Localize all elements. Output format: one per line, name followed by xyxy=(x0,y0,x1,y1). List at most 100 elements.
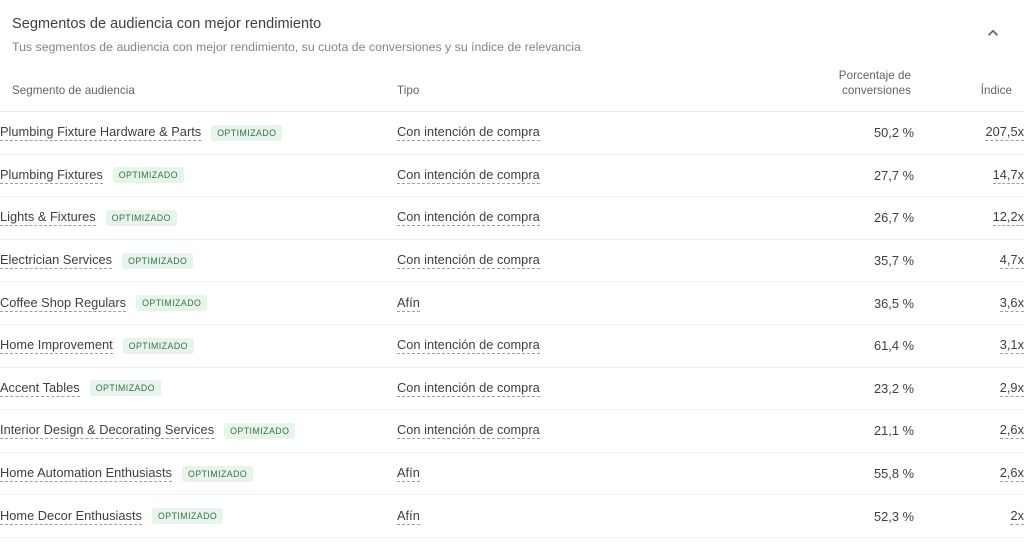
conversion-rate-value: 50,2 % xyxy=(874,125,914,141)
cell-index: 14,7x xyxy=(914,154,1024,197)
segment-cell-content: Lights & Fixtures OPTIMIZADO xyxy=(0,209,397,227)
index-value[interactable]: 2,6x xyxy=(999,422,1024,440)
column-header-type[interactable]: Tipo xyxy=(397,68,727,112)
cell-index: 2,6x xyxy=(914,452,1024,495)
cell-index: 3,6x xyxy=(914,282,1024,325)
audience-segments-table: Segmento de audiencia Tipo Porcentaje de… xyxy=(0,68,1024,538)
cell-type: Con intención de compra xyxy=(397,367,727,410)
segment-cell-content: Accent Tables OPTIMIZADO xyxy=(0,380,397,397)
conversion-rate-value: 27,7 % xyxy=(874,167,914,183)
segment-cell-content: Electrician Services OPTIMIZADO xyxy=(0,252,397,270)
index-value[interactable]: 12,2x xyxy=(992,209,1024,227)
chevron-up-icon xyxy=(983,23,1003,43)
status-badge: OPTIMIZADO xyxy=(136,295,208,312)
table-header: Segmento de audiencia Tipo Porcentaje de… xyxy=(0,68,1024,112)
card-subtitle: Tus segmentos de audiencia con mejor ren… xyxy=(12,40,581,54)
segment-cell-content: Home Automation Enthusiasts OPTIMIZADO xyxy=(0,465,397,483)
table-row: Home Automation Enthusiasts OPTIMIZADO Afí… xyxy=(0,452,1024,495)
conversion-rate-value: 55,8 % xyxy=(874,466,914,482)
segment-name-link[interactable]: Home Improvement xyxy=(0,337,113,355)
column-header-conversion-rate-line2: conversiones xyxy=(842,84,911,97)
type-value[interactable]: Con intención de compra xyxy=(397,124,540,142)
page-title: Segmentos de audiencia con mejor rendimi… xyxy=(12,16,322,32)
type-value[interactable]: Afín xyxy=(397,465,420,483)
cell-conversion-rate: 52,3 % xyxy=(727,495,914,538)
type-value[interactable]: Con intención de compra xyxy=(397,252,540,270)
segment-name-link[interactable]: Home Decor Enthusiasts xyxy=(0,508,142,525)
table-row: Home Decor Enthusiasts OPTIMIZADO Afín 52,3… xyxy=(0,495,1024,538)
cell-index: 3,1x xyxy=(914,324,1024,367)
table-body: Plumbing Fixture Hardware & Parts OPTIMIZ… xyxy=(0,112,1024,538)
cell-conversion-rate: 55,8 % xyxy=(727,452,914,495)
segment-name-link[interactable]: Accent Tables xyxy=(0,380,80,397)
index-value[interactable]: 2,6x xyxy=(999,465,1024,483)
type-value[interactable]: Afín xyxy=(397,508,420,525)
index-value[interactable]: 4,7x xyxy=(999,252,1024,270)
cell-segment: Lights & Fixtures OPTIMIZADO xyxy=(0,197,397,240)
cell-conversion-rate: 61,4 % xyxy=(727,324,914,367)
cell-segment: Interior Design & Decorating Services OPT… xyxy=(0,410,397,453)
index-value[interactable]: 3,6x xyxy=(999,295,1024,312)
conversion-rate-value: 26,7 % xyxy=(874,210,914,226)
index-value[interactable]: 3,1x xyxy=(999,337,1024,355)
table-row: Home Improvement OPTIMIZADO Con intención … xyxy=(0,324,1024,368)
cell-conversion-rate: 36,5 % xyxy=(727,282,914,325)
index-value[interactable]: 2,9x xyxy=(999,380,1024,397)
segment-name-link[interactable]: Plumbing Fixtures xyxy=(0,167,103,184)
conversion-rate-value: 35,7 % xyxy=(874,253,914,269)
cell-conversion-rate: 21,1 % xyxy=(727,410,914,453)
column-header-conversion-rate[interactable]: Porcentaje de conversiones xyxy=(727,68,914,112)
status-badge: OPTIMIZADO xyxy=(211,124,283,141)
segment-name-link[interactable]: Interior Design & Decorating Services xyxy=(0,422,215,440)
type-value[interactable]: Con intención de compra xyxy=(397,167,540,184)
index-value[interactable]: 14,7x xyxy=(992,167,1024,184)
cell-type: Con intención de compra xyxy=(397,112,727,155)
type-value[interactable]: Con intención de compra xyxy=(397,422,540,440)
type-value[interactable]: Con intención de compra xyxy=(397,337,540,355)
cell-conversion-rate: 27,7 % xyxy=(727,154,914,197)
status-badge: OPTIMIZADO xyxy=(89,380,161,397)
type-value[interactable]: Con intención de compra xyxy=(397,380,540,397)
segment-cell-content: Coffee Shop Regulars OPTIMIZADO xyxy=(0,295,397,312)
segment-cell-content: Interior Design & Decorating Services OPT… xyxy=(0,422,397,440)
status-badge: OPTIMIZADO xyxy=(122,337,194,354)
conversion-rate-value: 23,2 % xyxy=(874,380,914,396)
conversion-rate-value: 52,3 % xyxy=(874,508,914,524)
segment-name-link[interactable]: Coffee Shop Regulars xyxy=(0,295,127,312)
cell-index: 2x xyxy=(914,495,1024,538)
cell-index: 4,7x xyxy=(914,239,1024,282)
type-value[interactable]: Con intención de compra xyxy=(397,209,540,227)
column-header-index[interactable]: Índice xyxy=(914,68,1024,112)
segment-name-link[interactable]: Plumbing Fixture Hardware & Parts xyxy=(0,124,202,142)
segment-name-link[interactable]: Electrician Services xyxy=(0,252,113,270)
type-value[interactable]: Afín xyxy=(397,295,420,312)
cell-index: 207,5x xyxy=(914,112,1024,155)
conversion-rate-value: 21,1 % xyxy=(874,423,914,439)
status-badge: OPTIMIZADO xyxy=(151,508,224,525)
segment-name-link[interactable]: Home Automation Enthusiasts xyxy=(0,465,172,483)
column-header-segment[interactable]: Segmento de audiencia xyxy=(0,68,397,112)
table-row: Coffee Shop Regulars OPTIMIZADO Afín 36,5 %… xyxy=(0,282,1024,325)
cell-conversion-rate: 23,2 % xyxy=(727,367,914,410)
cell-type: Con intención de compra xyxy=(397,410,727,453)
cell-segment: Plumbing Fixtures OPTIMIZADO xyxy=(0,154,397,197)
status-badge: OPTIMIZADO xyxy=(105,209,177,226)
table-header-row: Segmento de audiencia Tipo Porcentaje de… xyxy=(0,68,1024,112)
table-row: Plumbing Fixtures OPTIMIZADO Con intención… xyxy=(0,154,1024,197)
status-badge: OPTIMIZADO xyxy=(122,252,194,269)
cell-segment: Coffee Shop Regulars OPTIMIZADO xyxy=(0,282,397,325)
card-header: Segmentos de audiencia con mejor rendimi… xyxy=(0,0,1024,56)
cell-index: 2,9x xyxy=(914,367,1024,410)
cell-type: Con intención de compra xyxy=(397,197,727,240)
cell-conversion-rate: 50,2 % xyxy=(727,112,914,155)
cell-segment: Plumbing Fixture Hardware & Parts OPTIMIZ… xyxy=(0,112,397,155)
table-row: Lights & Fixtures OPTIMIZADO Con intención… xyxy=(0,197,1024,240)
collapse-card-button[interactable] xyxy=(976,16,1010,50)
cell-index: 12,2x xyxy=(914,197,1024,240)
index-value[interactable]: 207,5x xyxy=(985,124,1024,142)
cell-type: Afín xyxy=(397,282,727,325)
segment-cell-content: Plumbing Fixtures OPTIMIZADO xyxy=(0,167,397,184)
index-value[interactable]: 2x xyxy=(1010,508,1024,525)
segment-name-link[interactable]: Lights & Fixtures xyxy=(0,209,96,227)
cell-conversion-rate: 26,7 % xyxy=(727,197,914,240)
